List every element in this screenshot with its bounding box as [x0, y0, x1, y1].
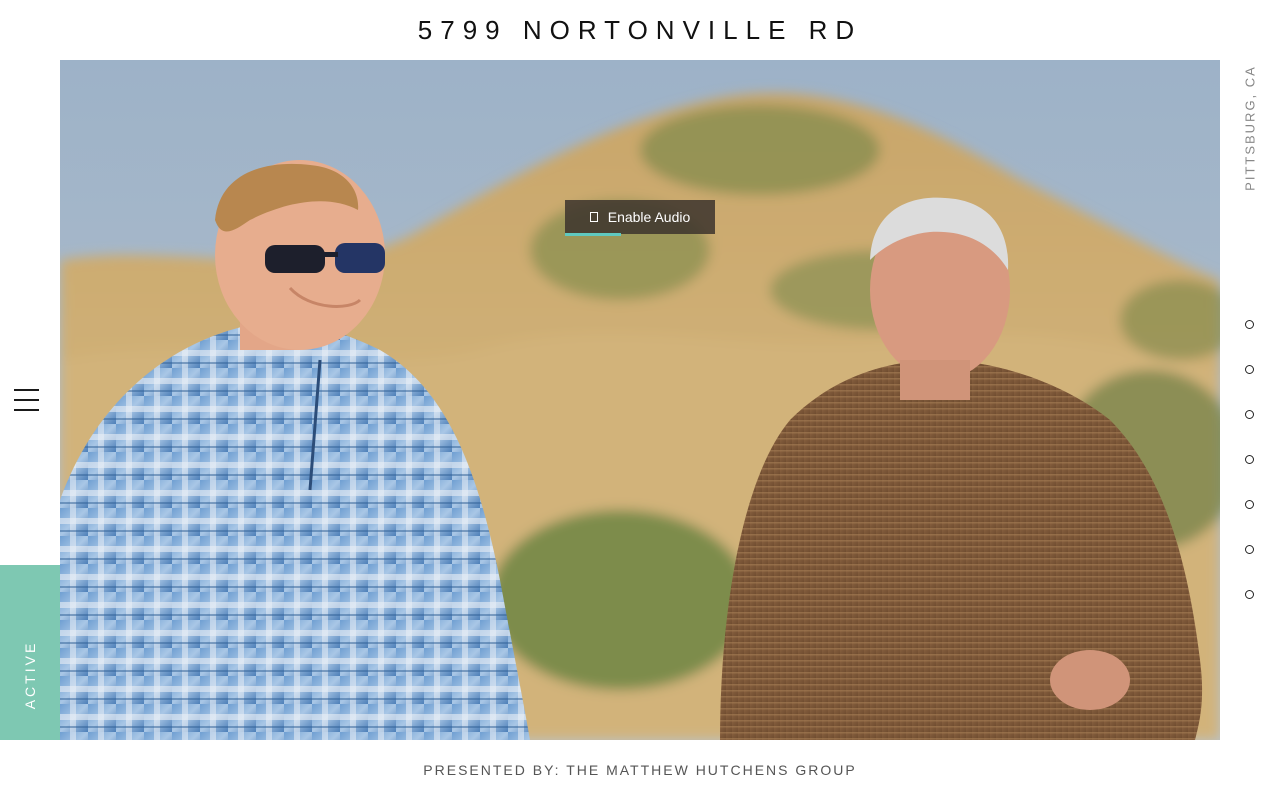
speaker-icon: [589, 212, 598, 222]
status-tab[interactable]: ACTIVE: [0, 565, 60, 740]
page: 5799 NORTONVILLE RD ACTIVE Enable Audio …: [0, 0, 1280, 800]
hero-video[interactable]: Enable Audio: [60, 60, 1220, 740]
slide-dot-1[interactable]: [1245, 320, 1254, 329]
menu-line: [14, 389, 39, 391]
enable-audio-label: Enable Audio: [607, 209, 691, 225]
slide-dot-6[interactable]: [1245, 545, 1254, 554]
location-label: PITTSBURG, CA: [1242, 65, 1258, 191]
left-sidebar: ACTIVE: [0, 0, 60, 740]
slide-dot-5[interactable]: [1245, 500, 1254, 509]
slide-dot-4[interactable]: [1245, 455, 1254, 464]
page-title: 5799 NORTONVILLE RD: [417, 15, 863, 45]
hero-scene-image: [60, 60, 1220, 740]
audio-progress-bar: [565, 233, 621, 236]
right-sidebar: PITTSBURG, CA: [1220, 0, 1280, 740]
hamburger-menu-icon[interactable]: [14, 389, 39, 411]
status-label: ACTIVE: [22, 640, 38, 710]
enable-audio-button[interactable]: Enable Audio: [565, 200, 715, 236]
slide-dot-7[interactable]: [1245, 590, 1254, 599]
menu-line: [14, 399, 39, 401]
slide-dot-3[interactable]: [1245, 410, 1254, 419]
slide-dot-2[interactable]: [1245, 365, 1254, 374]
menu-line: [14, 409, 39, 411]
presented-by-footer: PRESENTED BY: THE MATTHEW HUTCHENS GROUP: [423, 762, 857, 778]
